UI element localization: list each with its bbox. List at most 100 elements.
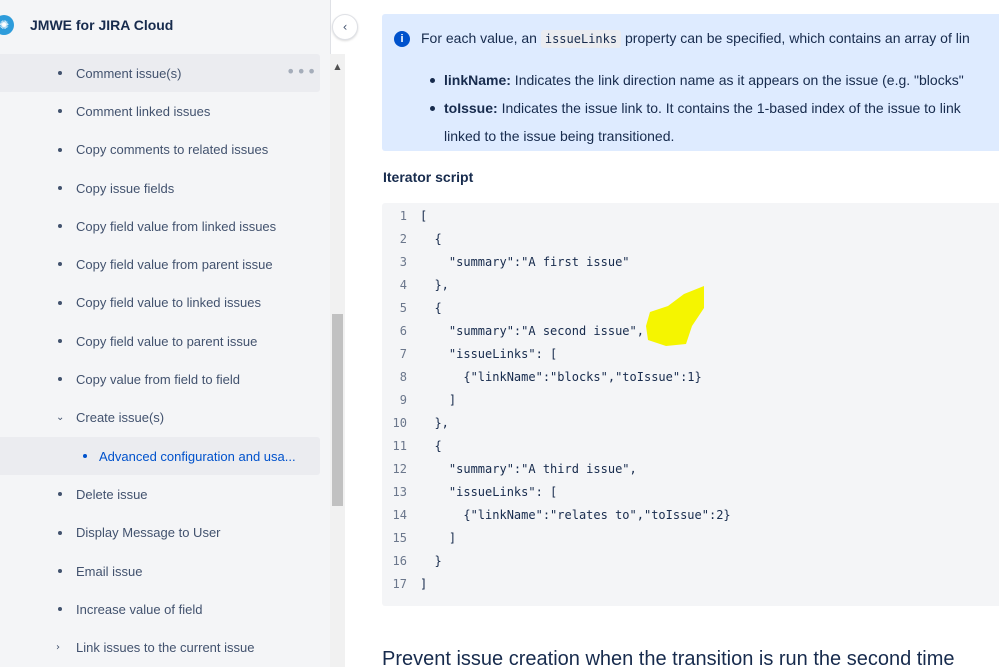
- bullet-text-continued: linked to the issue being transitioned.: [444, 128, 675, 144]
- code-text: [: [420, 209, 428, 223]
- bullet-icon: [58, 492, 62, 497]
- more-options-icon[interactable]: •••: [286, 62, 317, 81]
- bullet-term: linkName:: [444, 72, 511, 88]
- bullet-icon: [83, 453, 87, 458]
- sidebar-item[interactable]: ⌄ Create issue(s): [0, 399, 320, 437]
- line-number: 9: [399, 393, 407, 407]
- sidebar-item[interactable]: Display Message to User: [0, 514, 320, 552]
- bullet-icon: [58, 377, 62, 382]
- line-number: 7: [399, 347, 407, 361]
- sidebar-item-label: Display Message to User: [76, 525, 221, 541]
- bullet-icon: [58, 339, 62, 344]
- line-number: 3: [399, 255, 407, 269]
- code-line: 14 {"linkName":"relates to","toIssue":2}: [382, 508, 999, 531]
- app-logo-icon: ✺: [0, 15, 14, 35]
- code-text: {: [420, 301, 442, 315]
- sidebar-item-label: Delete issue: [76, 486, 148, 502]
- sidebar-item-label: Increase value of field: [76, 601, 203, 617]
- line-number: 8: [399, 370, 407, 384]
- code-text: {"linkName":"blocks","toIssue":1}: [420, 370, 702, 384]
- sidebar-item-label: Email issue: [76, 563, 143, 579]
- line-number: 6: [399, 324, 407, 338]
- line-number: 12: [392, 462, 407, 476]
- code-text: "summary":"A second issue",: [420, 324, 644, 338]
- code-line: 17]: [382, 577, 999, 600]
- line-number: 15: [392, 531, 407, 545]
- line-number: 5: [399, 301, 407, 315]
- line-number: 17: [392, 577, 407, 591]
- bullet-icon: [58, 300, 62, 305]
- code-text: }: [420, 554, 442, 568]
- sidebar-item[interactable]: Delete issue: [0, 475, 320, 513]
- section-heading: Prevent issue creation when the transiti…: [382, 648, 955, 670]
- sidebar-header: ✺ JMWE for JIRA Cloud: [0, 0, 330, 52]
- chevron-left-icon: ‹: [342, 20, 348, 34]
- code-text: ]: [420, 393, 457, 407]
- bullet-icon: [58, 607, 62, 612]
- sidebar-item-label: Advanced configuration and usa...: [99, 448, 296, 464]
- line-number: 10: [392, 416, 407, 430]
- sidebar-nav: Comment issue(s) ••• Comment linked issues…: [0, 54, 320, 667]
- sidebar-item[interactable]: Advanced configuration and usa...: [0, 436, 320, 476]
- info-text-end: property can be specified, which contain…: [621, 30, 970, 46]
- code-line: 10 },: [382, 416, 999, 439]
- code-line: 12 "summary":"A third issue",: [382, 462, 999, 485]
- chevron-down-icon[interactable]: ⌄: [56, 412, 64, 423]
- chevron-right-icon[interactable]: ›: [56, 642, 60, 653]
- sidebar-item-label: Copy field value from parent issue: [76, 257, 273, 273]
- info-text-start: For each value, an: [421, 30, 541, 46]
- sidebar-item[interactable]: › Link issues to the current issue: [0, 628, 320, 666]
- code-line: 2 {: [382, 232, 999, 255]
- sidebar-item-label: Comment issue(s): [76, 65, 182, 81]
- bullet-icon: [58, 262, 62, 267]
- sidebar-item[interactable]: Comment issue(s) •••: [0, 54, 320, 93]
- scrollbar-thumb[interactable]: [332, 314, 343, 506]
- line-number: 2: [399, 232, 407, 246]
- sidebar-item[interactable]: Comment linked issues: [0, 92, 320, 130]
- sidebar-scrollbar[interactable]: ▲: [330, 54, 345, 667]
- code-text: {: [420, 439, 442, 453]
- highlighter-mark: [646, 286, 704, 346]
- line-number: 4: [399, 278, 407, 292]
- sidebar-item-label: Copy field value to parent issue: [76, 333, 258, 349]
- collapse-sidebar-button[interactable]: ‹: [332, 14, 358, 40]
- bullet-text: Indicates the link direction name as it …: [510, 72, 964, 88]
- code-block[interactable]: 1[2 {3 "summary":"A first issue" 4 }, 5 {6…: [382, 203, 999, 606]
- sidebar-item[interactable]: Copy issue fields: [0, 169, 320, 207]
- code-text: {"linkName":"relates to","toIssue":2}: [420, 508, 731, 522]
- sidebar-item[interactable]: Copy comments to related issues: [0, 131, 320, 169]
- inline-code: issueLinks: [540, 30, 622, 48]
- code-text: },: [420, 278, 449, 292]
- line-number: 14: [392, 508, 407, 522]
- bullet-text: Indicates the issue link to. It contains…: [497, 100, 961, 116]
- sidebar-item[interactable]: Copy value from field to field: [0, 360, 320, 398]
- sidebar-item-label: Copy comments to related issues: [76, 142, 269, 158]
- bullet-icon: [58, 568, 62, 573]
- sidebar-item[interactable]: Copy field value from linked issues: [0, 207, 320, 245]
- code-text: ]: [420, 577, 428, 591]
- code-line: 11 {: [382, 439, 999, 462]
- scroll-up-arrow-icon[interactable]: ▲: [330, 62, 345, 71]
- sidebar-item-label: Copy issue fields: [76, 180, 175, 196]
- code-text: "issueLinks": [: [420, 485, 558, 499]
- bullet-icon: [58, 71, 62, 75]
- bullet-term: toIssue:: [444, 100, 498, 116]
- sidebar-item-label: Copy value from field to field: [76, 372, 241, 388]
- code-line: 8 {"linkName":"blocks","toIssue":1}: [382, 370, 999, 393]
- code-line: 16 }: [382, 554, 999, 577]
- code-text: "issueLinks": [: [420, 347, 558, 361]
- sidebar-item[interactable]: Email issue: [0, 552, 320, 590]
- sidebar-item[interactable]: Increase value of field: [0, 590, 320, 628]
- info-bullet-toissue: toIssue: Indicates the issue link to. It…: [430, 94, 999, 150]
- code-line: 3 "summary":"A first issue": [382, 255, 999, 278]
- sidebar-item[interactable]: Copy field value to linked issues: [0, 284, 320, 322]
- bullet-icon: [58, 185, 62, 190]
- code-text: "summary":"A third issue",: [420, 462, 637, 476]
- sidebar-item[interactable]: Copy field value to parent issue: [0, 322, 320, 360]
- sidebar-item[interactable]: Copy field value from parent issue: [0, 245, 320, 283]
- sidebar-item-label: Create issue(s): [76, 410, 165, 426]
- sidebar-item-label: Copy field value to linked issues: [76, 295, 261, 311]
- info-bullet-list: linkName: Indicates the link direction n…: [430, 66, 999, 150]
- code-line: 9 ]: [382, 393, 999, 416]
- section-title: Iterator script: [383, 169, 474, 185]
